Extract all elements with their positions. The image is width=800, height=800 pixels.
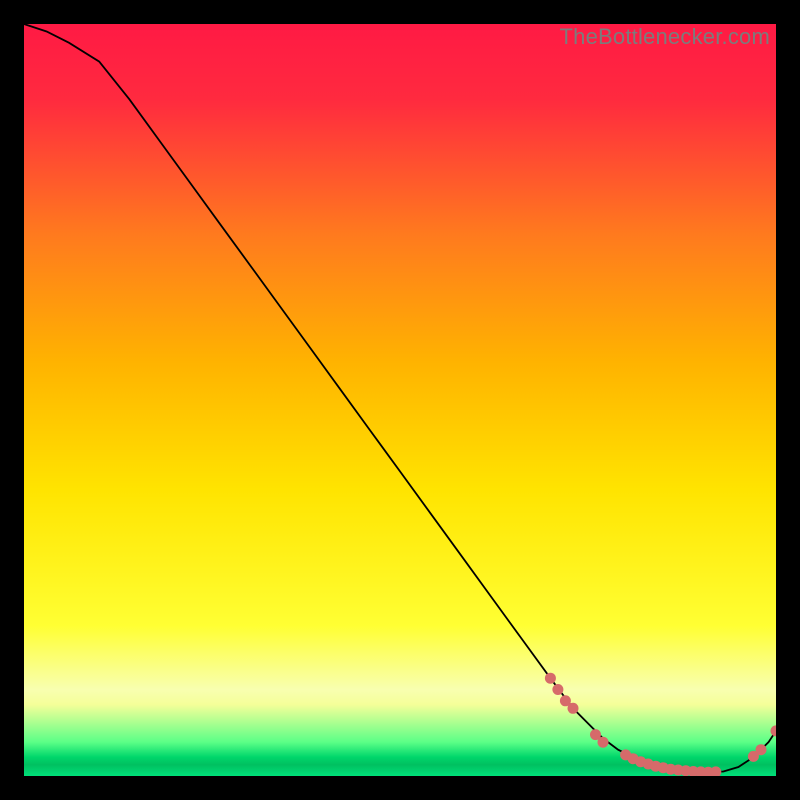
gradient-background — [24, 24, 776, 776]
watermark-text: TheBottlenecker.com — [560, 24, 770, 50]
bottleneck-chart — [24, 24, 776, 776]
data-marker — [756, 744, 767, 755]
data-marker — [545, 673, 556, 684]
data-marker — [598, 737, 609, 748]
data-marker — [568, 703, 579, 714]
data-marker — [552, 684, 563, 695]
chart-root: TheBottlenecker.com — [0, 0, 800, 800]
